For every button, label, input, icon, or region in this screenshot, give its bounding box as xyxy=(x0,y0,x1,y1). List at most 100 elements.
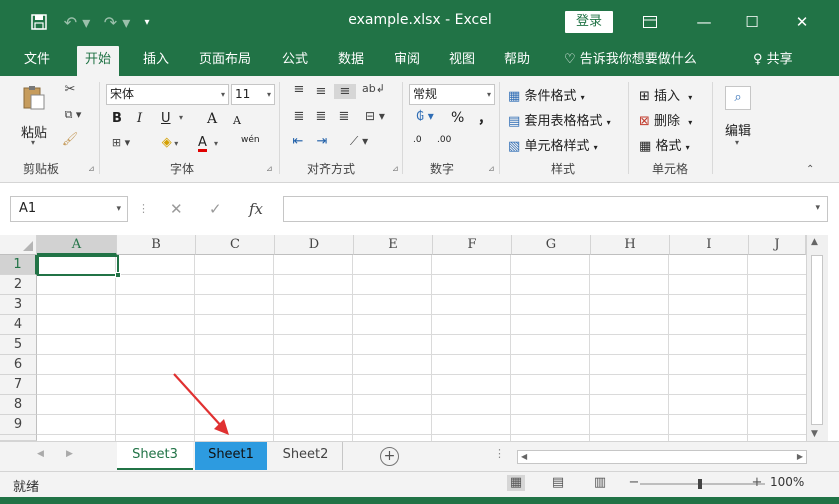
minimize-icon[interactable]: — xyxy=(684,8,724,36)
align-middle-icon[interactable]: ≡ xyxy=(311,84,331,99)
tab-split-handle[interactable]: ⋮ xyxy=(494,447,505,460)
font-name-combo[interactable]: 宋体 ▾ xyxy=(106,84,229,105)
number-launcher-icon[interactable]: ⊿ xyxy=(488,164,495,173)
tab-insert[interactable]: 插入 xyxy=(135,44,177,76)
row-header-6[interactable]: 6 xyxy=(0,355,37,375)
tab-file[interactable]: 文件 xyxy=(16,44,58,76)
font-launcher-icon[interactable]: ⊿ xyxy=(266,164,273,173)
insert-function-icon[interactable]: fx xyxy=(249,196,263,222)
percent-style-button[interactable]: % xyxy=(451,110,464,126)
collapse-ribbon-icon[interactable]: ⌃ xyxy=(806,164,814,175)
tab-review[interactable]: 审阅 xyxy=(386,44,428,76)
select-all-corner[interactable] xyxy=(0,235,37,255)
sheet-nav-next-icon[interactable]: ▶ xyxy=(66,449,73,459)
close-icon[interactable]: ✕ xyxy=(782,8,822,36)
cell-grid[interactable] xyxy=(37,255,806,441)
search-icon[interactable]: ⌕ xyxy=(725,86,751,110)
column-header-d[interactable]: D xyxy=(275,235,354,255)
column-header-c[interactable]: C xyxy=(196,235,275,255)
horizontal-scrollbar[interactable]: ◀ ▶ xyxy=(517,450,807,464)
delete-cells-button[interactable]: ⊠ 删除 ▾ xyxy=(639,110,692,129)
sheet-nav-prev-icon[interactable]: ◀ xyxy=(37,449,44,459)
decrease-indent-icon[interactable]: ⇤ xyxy=(287,134,309,149)
conditional-formatting-button[interactable]: ▦ 条件格式 ▾ xyxy=(508,85,585,104)
normal-view-icon[interactable]: ▦ xyxy=(507,475,525,491)
customize-quick-access-icon[interactable]: ▾ xyxy=(140,10,154,34)
copy-icon[interactable]: ⧉ ▾ xyxy=(58,108,88,122)
zoom-slider-thumb[interactable] xyxy=(698,479,702,489)
cut-icon[interactable]: ✂ xyxy=(61,82,79,97)
font-color-dropdown-icon[interactable]: ▾ xyxy=(214,139,218,148)
editing-dropdown-icon[interactable]: ▾ xyxy=(735,138,739,147)
name-box[interactable]: A1 ▾ xyxy=(10,196,128,222)
undo-icon[interactable]: ↶ ▾ xyxy=(60,10,94,34)
paste-icon[interactable] xyxy=(20,84,48,110)
sheet-tab-sheet2[interactable]: Sheet2 xyxy=(269,442,343,470)
column-header-f[interactable]: F xyxy=(433,235,512,255)
page-layout-view-icon[interactable]: ▤ xyxy=(549,475,567,491)
row-header-8[interactable]: 8 xyxy=(0,395,37,415)
underline-button[interactable]: U xyxy=(161,111,171,126)
column-header-h[interactable]: H xyxy=(591,235,670,255)
tab-home[interactable]: 开始 xyxy=(77,46,120,76)
column-header-b[interactable]: B xyxy=(117,235,196,255)
format-cells-button[interactable]: ▦ 格式 ▾ xyxy=(639,135,690,154)
alignment-launcher-icon[interactable]: ⊿ xyxy=(392,164,399,173)
column-header-g[interactable]: G xyxy=(512,235,591,255)
accounting-format-icon[interactable]: ₲ ▾ xyxy=(409,109,441,123)
format-painter-icon[interactable]: 🖌 xyxy=(61,132,79,147)
fill-handle[interactable] xyxy=(115,272,121,278)
align-center-icon[interactable]: ≣ xyxy=(311,109,331,124)
wrap-text-icon[interactable]: ab↲ xyxy=(362,82,385,95)
comma-style-button[interactable]: ， xyxy=(478,108,492,128)
bold-button[interactable]: B xyxy=(112,111,122,126)
scroll-down-icon[interactable]: ▼ xyxy=(811,429,818,439)
login-button[interactable]: 登录 xyxy=(565,11,613,33)
orientation-icon[interactable]: ⟋ ▾ xyxy=(344,134,374,149)
maximize-icon[interactable]: ☐ xyxy=(732,8,772,36)
decrease-decimal-button[interactable]: .00 xyxy=(437,135,451,145)
fill-color-icon[interactable]: ◈ ▾ xyxy=(155,135,185,150)
vertical-scrollbar[interactable]: ▲ ▼ xyxy=(806,235,828,441)
italic-button[interactable]: I xyxy=(137,111,142,126)
row-header-7[interactable]: 7 xyxy=(0,375,37,395)
align-right-icon[interactable]: ≣ xyxy=(334,109,354,124)
tab-help[interactable]: 帮助 xyxy=(496,44,538,76)
confirm-entry-icon[interactable]: ✓ xyxy=(209,196,222,222)
share-button[interactable]: ♀ 共享 xyxy=(745,44,801,76)
scroll-up-icon[interactable]: ▲ xyxy=(811,237,818,247)
tab-view[interactable]: 视图 xyxy=(441,44,483,76)
tab-data[interactable]: 数据 xyxy=(330,44,372,76)
phonetic-guide-button[interactable]: wén xyxy=(241,135,260,145)
font-color-button[interactable]: A xyxy=(198,136,207,152)
row-header-2[interactable]: 2 xyxy=(0,275,37,295)
font-size-combo[interactable]: 11 ▾ xyxy=(231,84,275,105)
format-as-table-button[interactable]: ▤ 套用表格格式 ▾ xyxy=(508,110,611,129)
number-format-combo[interactable]: 常规 ▾ xyxy=(409,84,495,105)
tell-me-search[interactable]: ♡ 告诉我你想要做什么 xyxy=(556,44,705,76)
vertical-scroll-thumb[interactable] xyxy=(811,255,823,425)
column-header-j[interactable]: J xyxy=(749,235,806,255)
borders-icon[interactable]: ⊞ ▾ xyxy=(108,136,134,149)
active-cell[interactable] xyxy=(37,255,119,276)
expand-formula-bar-icon[interactable]: ▾ xyxy=(815,203,820,213)
sheet-tab-sheet3[interactable]: Sheet3 xyxy=(117,442,193,470)
row-header-5[interactable]: 5 xyxy=(0,335,37,355)
cell-styles-button[interactable]: ▧ 单元格样式 ▾ xyxy=(508,135,598,154)
column-header-i[interactable]: I xyxy=(670,235,749,255)
row-header-1[interactable]: 1 xyxy=(0,255,37,275)
formula-input[interactable]: ▾ xyxy=(283,196,828,222)
scroll-right-icon[interactable]: ▶ xyxy=(797,451,803,463)
clipboard-launcher-icon[interactable]: ⊿ xyxy=(88,164,95,173)
align-left-icon[interactable]: ≣ xyxy=(289,109,309,124)
row-header-3[interactable]: 3 xyxy=(0,295,37,315)
redo-icon[interactable]: ↷ ▾ xyxy=(100,10,134,34)
zoom-level[interactable]: 100% xyxy=(770,475,804,489)
scroll-left-icon[interactable]: ◀ xyxy=(521,451,527,463)
row-header-4[interactable]: 4 xyxy=(0,315,37,335)
paste-dropdown-icon[interactable]: ▾ xyxy=(31,138,35,147)
tab-formulas[interactable]: 公式 xyxy=(274,44,316,76)
increase-decimal-button[interactable]: .0 xyxy=(413,135,422,145)
insert-cells-button[interactable]: ⊞ 插入 ▾ xyxy=(639,85,692,104)
increase-indent-icon[interactable]: ⇥ xyxy=(311,134,333,149)
